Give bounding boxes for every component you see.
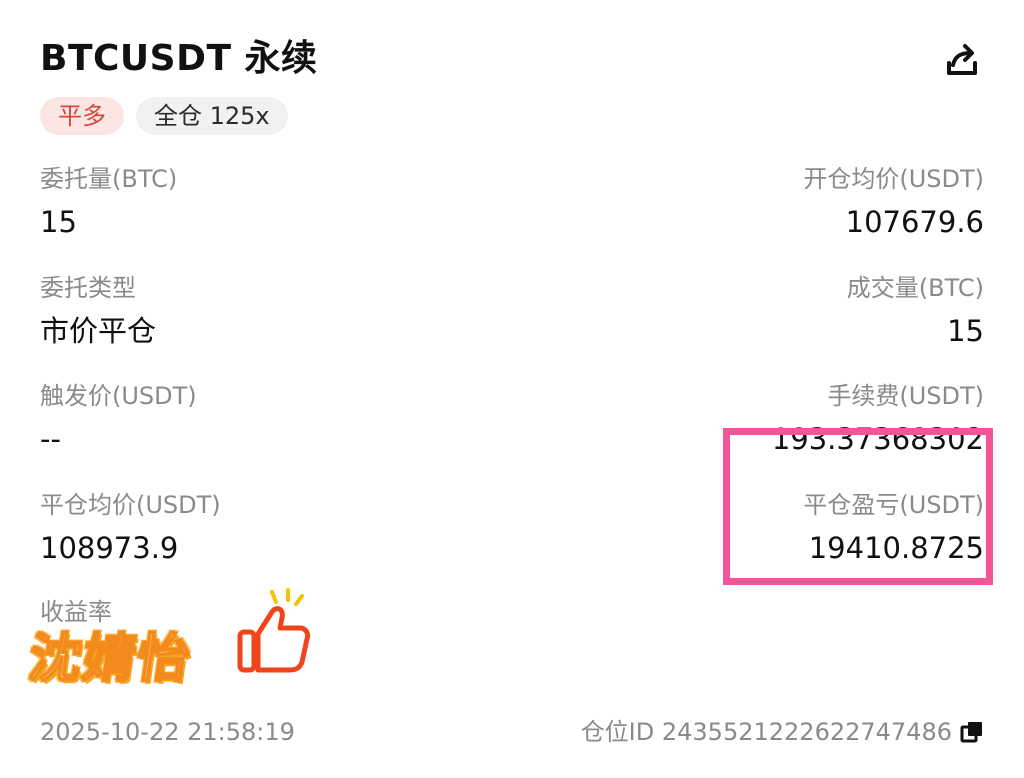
close-pnl-label: 平仓盈亏(USDT)	[803, 491, 984, 519]
page-title: BTCUSDT 永续	[40, 38, 318, 79]
open-avg-field: 开仓均价(USDT) 107679.6	[803, 164, 984, 240]
order-type-value: 市价平仓	[40, 314, 157, 348]
copy-icon[interactable]	[960, 720, 984, 744]
share-icon	[947, 44, 977, 75]
close-pnl-field: 平仓盈亏(USDT) 19410.8725	[803, 490, 984, 566]
position-id: 仓位ID 2435521222622747486	[580, 718, 952, 746]
close-avg-label: 平仓均价(USDT)	[40, 491, 221, 519]
order-detail-page: BTCUSDT 永续 平多 全仓 125x 委托量(BTC) 15 开仓均价(U…	[0, 0, 1024, 778]
trigger-price-field: 触发价(USDT) --	[40, 381, 197, 457]
order-qty-label: 委托量(BTC)	[40, 165, 178, 193]
header: BTCUSDT 永续	[40, 34, 984, 84]
share-button[interactable]	[940, 38, 984, 82]
filled-qty-field: 成交量(BTC) 15	[847, 273, 984, 349]
filled-qty-label: 成交量(BTC)	[846, 274, 984, 302]
sticker-text: 沈婧怡	[24, 628, 196, 690]
margin-tag: 全仓 125x	[136, 97, 288, 135]
side-tag: 平多	[40, 97, 124, 135]
name-sticker: 沈婧怡	[24, 588, 324, 702]
order-type-label: 委托类型	[40, 274, 136, 302]
trigger-price-value: --	[40, 422, 61, 456]
open-avg-value: 107679.6	[845, 205, 984, 239]
close-pnl-value: 19410.8725	[808, 531, 984, 565]
fee-label: 手续费(USDT)	[827, 382, 984, 410]
tag-row: 平多 全仓 125x	[40, 97, 288, 135]
filled-qty-value: 15	[947, 314, 984, 348]
thumbs-up-icon	[237, 588, 311, 673]
trigger-price-label: 触发价(USDT)	[40, 382, 197, 410]
close-avg-value: 108973.9	[40, 531, 179, 565]
footer: 2025-10-22 21:58:19 仓位ID 243552122262274…	[40, 712, 984, 752]
order-qty-field: 委托量(BTC) 15	[40, 164, 177, 240]
open-avg-label: 开仓均价(USDT)	[803, 165, 984, 193]
fee-field: 手续费(USDT) 193.37368302	[772, 381, 984, 457]
order-qty-value: 15	[40, 205, 77, 239]
close-avg-field: 平仓均价(USDT) 108973.9	[40, 490, 221, 566]
fee-value: 193.37368302	[771, 422, 984, 456]
timestamp: 2025-10-22 21:58:19	[40, 718, 295, 746]
order-type-field: 委托类型 市价平仓	[40, 273, 156, 349]
position-id-row: 仓位ID 2435521222622747486	[581, 712, 984, 752]
